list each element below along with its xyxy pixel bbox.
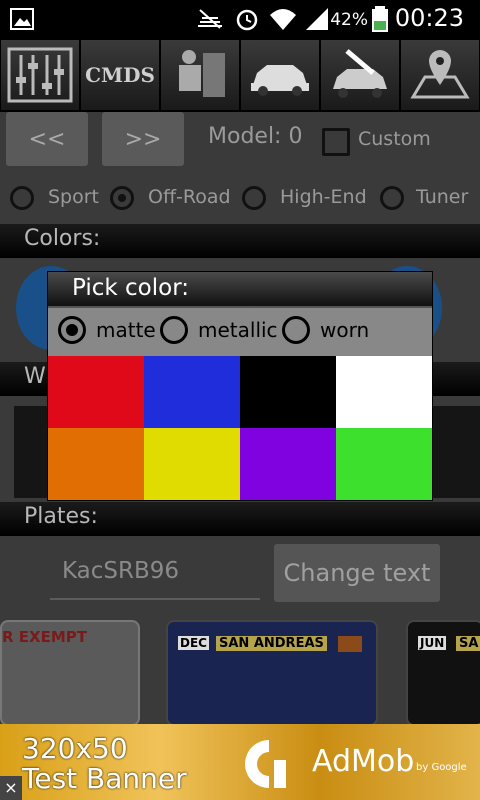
type-label-offroad: Off-Road: [148, 186, 231, 208]
ad-title-text: Test Banner: [22, 762, 187, 795]
wheels-section-title: W: [24, 364, 46, 389]
next-model-button[interactable]: >>: [102, 112, 184, 166]
cmds-label: CMDS: [85, 63, 155, 87]
swatch-blue[interactable]: [144, 356, 240, 428]
gallery-notification-icon: [10, 8, 34, 30]
type-radio-tuner[interactable]: [380, 186, 404, 210]
type-label-tuner: Tuner: [416, 186, 469, 208]
type-label-sport: Sport: [48, 186, 100, 208]
type-radio-sport[interactable]: [10, 186, 34, 210]
swatch-black[interactable]: [240, 356, 336, 428]
mute-icon: [198, 9, 222, 29]
type-label-highend: High-End: [280, 186, 367, 208]
swatch-yellow[interactable]: [144, 428, 240, 500]
change-text-button[interactable]: Change text: [274, 544, 440, 602]
character-button[interactable]: [161, 40, 239, 110]
wheel-thumb-left[interactable]: [14, 406, 48, 498]
swatch-purple[interactable]: [240, 428, 336, 500]
swatch-white[interactable]: [336, 356, 432, 428]
plate-option-3[interactable]: JUN SA: [406, 620, 480, 726]
finish-radio-matte[interactable]: [58, 316, 86, 344]
status-bar: 42% 00:23: [0, 0, 480, 38]
finish-label-metallic: metallic: [198, 318, 278, 342]
plate-text-input[interactable]: KacSRB96: [50, 548, 260, 600]
prev-model-button[interactable]: <<: [6, 112, 88, 166]
colors-section-title: Colors:: [24, 226, 101, 251]
finish-options: matte metallic worn: [48, 308, 432, 356]
dialog-title-bar: Pick color:: [48, 272, 432, 308]
wheel-thumb-right[interactable]: [432, 406, 480, 498]
pick-color-dialog: Pick color: matte metallic worn: [48, 272, 432, 500]
car-icon: [251, 65, 309, 96]
finish-radio-metallic[interactable]: [160, 316, 188, 344]
swatch-orange[interactable]: [48, 428, 144, 500]
finish-radio-worn[interactable]: [282, 316, 310, 344]
plate-text-value: KacSRB96: [62, 558, 180, 584]
finish-label-worn: worn: [320, 318, 370, 342]
person-icon: [179, 50, 225, 97]
garage-button[interactable]: [321, 40, 399, 110]
ad-close-button[interactable]: ×: [0, 776, 22, 800]
swatch-green[interactable]: [336, 428, 432, 500]
cmds-button[interactable]: CMDS: [81, 40, 159, 110]
plate-2-month: DEC: [178, 636, 209, 650]
clock: 00:23: [394, 4, 464, 32]
wifi-icon: [270, 9, 296, 30]
plate-1-text: R EXEMPT: [2, 628, 87, 646]
plate-2-sticker: [338, 636, 362, 652]
plate-option-1[interactable]: R EXEMPT: [0, 620, 140, 726]
admob-logo-icon: [245, 740, 286, 788]
swatch-red[interactable]: [48, 356, 144, 428]
finish-label-matte: matte: [96, 318, 156, 342]
vehicle-button[interactable]: [241, 40, 319, 110]
signal-icon: [306, 8, 328, 30]
car-wrench-icon: [333, 49, 387, 98]
plates-section-header: Plates:: [0, 502, 480, 536]
map-button[interactable]: [401, 40, 479, 110]
tuning-sliders-button[interactable]: [1, 40, 79, 110]
battery-percent: 42%: [330, 10, 368, 30]
plate-2-state: SAN ANDREAS: [216, 636, 327, 651]
plate-option-2[interactable]: DEC SAN ANDREAS: [166, 620, 378, 726]
alarm-icon: [236, 9, 258, 31]
plate-3-month: JUN: [418, 636, 447, 650]
plate-3-state: SA: [456, 636, 480, 651]
model-label: Model: 0: [208, 124, 303, 149]
ad-size-text: 320x50: [22, 732, 128, 765]
type-radio-highend[interactable]: [242, 186, 266, 210]
sliders-icon: [7, 47, 73, 103]
colors-section-header: Colors:: [0, 224, 480, 258]
color-swatch-grid: [48, 356, 432, 500]
map-pin-icon: [410, 50, 470, 99]
custom-label: Custom: [358, 128, 431, 150]
admob-brand: AdMob: [312, 744, 415, 779]
custom-checkbox[interactable]: [322, 128, 350, 156]
battery-icon: [372, 6, 388, 32]
top-toolbar: CMDS: [0, 38, 480, 112]
dialog-title: Pick color:: [72, 275, 190, 301]
ad-banner[interactable]: 320x50 Test Banner AdMob by Google ×: [0, 724, 480, 800]
admob-by-google: by Google: [416, 762, 467, 773]
plates-section-title: Plates:: [24, 504, 98, 529]
type-radio-offroad[interactable]: [110, 186, 134, 210]
